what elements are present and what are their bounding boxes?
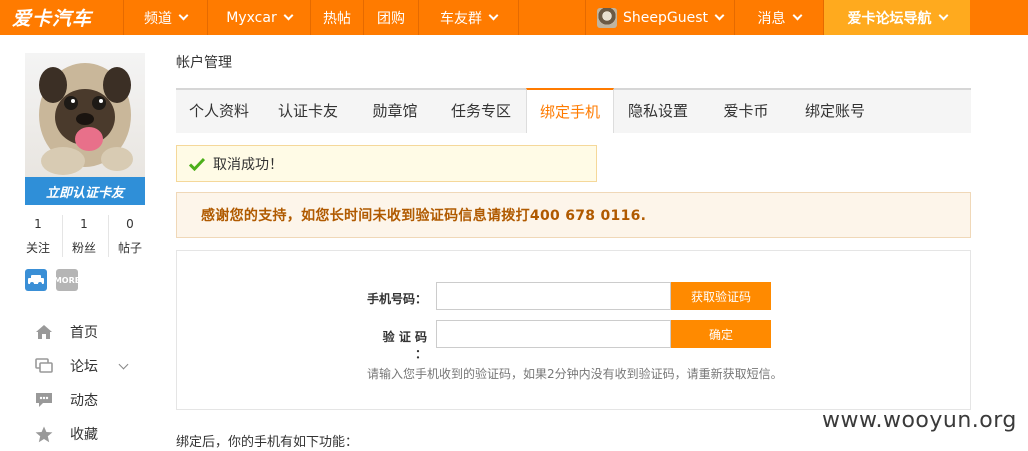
chevron-down-icon bbox=[178, 10, 189, 20]
messages-label: 消息 bbox=[757, 10, 786, 27]
tab-verify-member[interactable]: 认证卡友 bbox=[262, 88, 354, 133]
watermark-text: www.wooyun.org bbox=[822, 408, 1017, 433]
sidebar-item-favorites[interactable]: 收藏 bbox=[35, 421, 145, 447]
nav-group-buy-label: 团购 bbox=[377, 10, 405, 27]
after-bind-heading: 绑定后，你的手机有如下功能： bbox=[176, 435, 359, 450]
phone-input[interactable] bbox=[436, 282, 671, 310]
chevron-down-icon bbox=[714, 10, 725, 20]
sidebar-item-home[interactable]: 首页 bbox=[35, 319, 145, 345]
verification-code-input[interactable] bbox=[436, 320, 671, 348]
forum-icon bbox=[35, 357, 53, 375]
tab-tasks[interactable]: 任务专区 bbox=[436, 88, 526, 133]
tab-medals[interactable]: 勋章馆 bbox=[354, 88, 436, 133]
stat-posts-label: 帖子 bbox=[117, 241, 142, 255]
tab-profile[interactable]: 个人资料 bbox=[176, 88, 262, 133]
chevron-down-icon bbox=[283, 10, 294, 20]
support-notice: 感谢您的支持，如您长时间未收到验证码信息请拨打400 678 0116. bbox=[176, 192, 971, 238]
nav-hot-posts-label: 热帖 bbox=[323, 10, 351, 27]
messages-menu[interactable]: 消息 bbox=[735, 0, 824, 35]
user-menu[interactable]: SheepGuest bbox=[585, 0, 735, 35]
more-badges-icon[interactable]: MORE bbox=[53, 269, 81, 291]
confirm-button[interactable]: 确定 bbox=[671, 320, 771, 348]
success-message: 取消成功！ bbox=[213, 156, 283, 173]
activity-icon bbox=[35, 391, 53, 409]
sidebar-item-activity[interactable]: 动态 bbox=[35, 387, 145, 413]
nav-car-groups-label: 车友群 bbox=[440, 10, 482, 27]
stat-following[interactable]: 1 关注 bbox=[18, 215, 58, 256]
tab-coins[interactable]: 爱卡币 bbox=[702, 88, 790, 133]
chevron-down-icon[interactable] bbox=[118, 359, 129, 369]
member-badge-icon[interactable] bbox=[25, 269, 47, 291]
sidebar-item-label: 首页 bbox=[70, 325, 98, 341]
stat-posts[interactable]: 0 帖子 bbox=[110, 215, 150, 256]
code-label: 验 证 码 ： bbox=[382, 330, 427, 361]
nav-hot-posts[interactable]: 热帖 bbox=[311, 0, 364, 35]
divider bbox=[108, 215, 109, 257]
sidebar-item-forum[interactable]: 论坛 bbox=[35, 353, 145, 379]
sidebar-item-label: 论坛 bbox=[70, 359, 98, 375]
stat-fans-label: 粉丝 bbox=[71, 241, 96, 255]
stat-fans[interactable]: 1 粉丝 bbox=[64, 215, 104, 256]
get-code-button[interactable]: 获取验证码 bbox=[671, 282, 771, 310]
star-icon bbox=[35, 425, 53, 443]
user-avatar bbox=[597, 7, 617, 28]
stat-posts-count: 0 bbox=[126, 217, 134, 231]
verify-member-banner[interactable]: 立即认证卡友 bbox=[25, 177, 145, 205]
home-icon bbox=[35, 323, 53, 341]
success-alert: 取消成功！ bbox=[176, 145, 597, 182]
checkmark-icon bbox=[189, 157, 205, 171]
forum-guide-label: 爱卡论坛导航 bbox=[847, 10, 932, 27]
phone-label: 手机号码： bbox=[367, 292, 428, 306]
page-title: 帐户管理 bbox=[176, 55, 232, 71]
car-icon bbox=[28, 275, 44, 286]
top-navigation-bar: 爱卡汽车 频道 Myxcar 热帖 团购 车友群 SheepGuest 消息 爱… bbox=[0, 0, 1028, 35]
stat-following-count: 1 bbox=[34, 217, 42, 231]
username: SheepGuest bbox=[623, 9, 708, 26]
nav-myxcar-label: Myxcar bbox=[226, 9, 277, 26]
chevron-down-icon bbox=[488, 10, 499, 20]
nav-channels-label: 频道 bbox=[144, 10, 172, 27]
tab-bind-account[interactable]: 绑定账号 bbox=[790, 88, 880, 133]
bind-phone-form: 手机号码： 获取验证码 验 证 码 ： 确定 请输入您手机收到的验证码，如果2分… bbox=[176, 250, 971, 410]
site-logo[interactable]: 爱卡汽车 bbox=[0, 0, 124, 35]
account-tabs: 个人资料 认证卡友 勋章馆 任务专区 绑定手机 隐私设置 爱卡币 绑定账号 bbox=[176, 88, 971, 133]
pug-avatar-image bbox=[39, 63, 133, 175]
nav-channels[interactable]: 频道 bbox=[124, 0, 208, 35]
chevron-down-icon bbox=[792, 10, 802, 20]
chevron-down-icon bbox=[938, 10, 948, 20]
divider bbox=[62, 215, 63, 257]
nav-myxcar[interactable]: Myxcar bbox=[208, 0, 311, 35]
forum-guide-button[interactable]: 爱卡论坛导航 bbox=[824, 0, 970, 35]
stat-following-label: 关注 bbox=[25, 241, 50, 255]
sidebar-item-label: 动态 bbox=[70, 393, 98, 409]
tab-bind-phone[interactable]: 绑定手机 bbox=[526, 88, 614, 133]
tab-privacy[interactable]: 隐私设置 bbox=[614, 88, 702, 133]
more-badges-label: MORE bbox=[53, 275, 81, 285]
nav-group-buy[interactable]: 团购 bbox=[364, 0, 419, 35]
profile-photo[interactable]: 立即认证卡友 bbox=[25, 53, 145, 205]
sidebar-item-label: 收藏 bbox=[70, 427, 98, 443]
form-hint: 请输入您手机收到的验证码，如果2分钟内没有收到验证码，请重新获取短信。 bbox=[367, 367, 783, 381]
stat-fans-count: 1 bbox=[80, 217, 88, 231]
nav-car-groups[interactable]: 车友群 bbox=[419, 0, 519, 35]
